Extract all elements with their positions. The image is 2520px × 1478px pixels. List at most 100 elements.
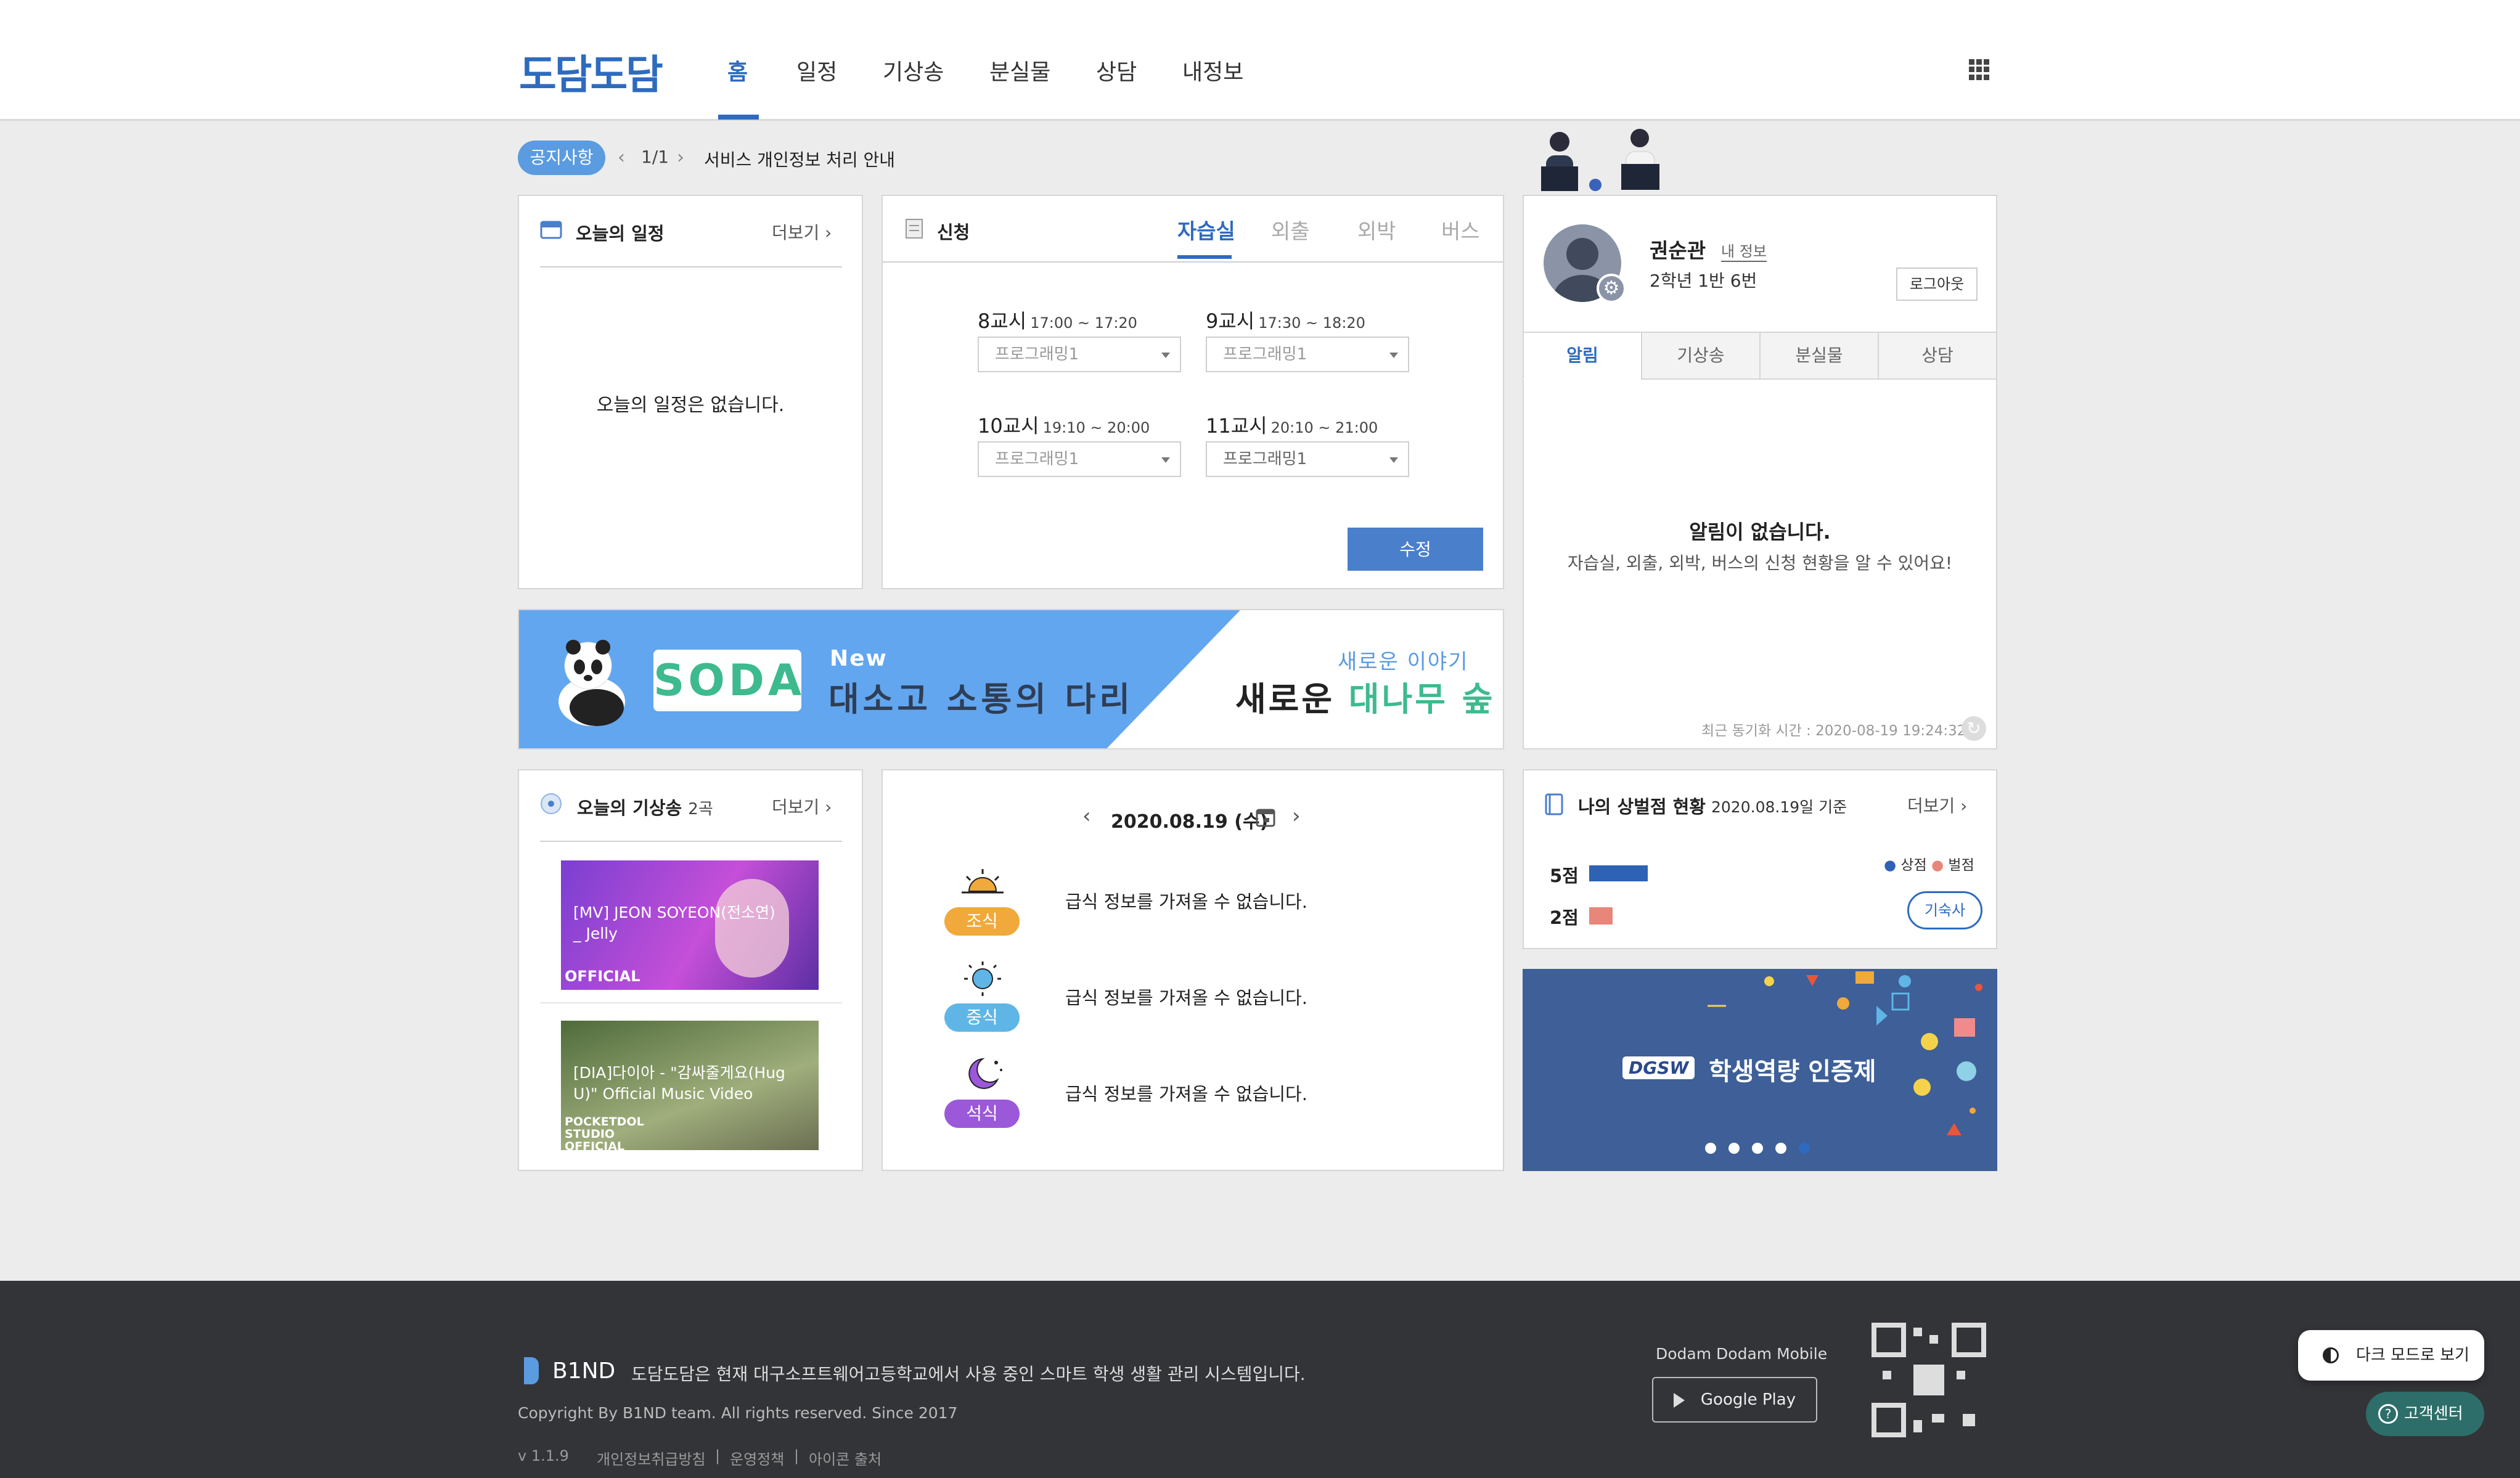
period-select[interactable]: 프로그래밍1: [1206, 337, 1409, 372]
demerit-bar: [1589, 907, 1613, 925]
nav-wakeup-song[interactable]: 기상송: [883, 54, 944, 86]
period-label: 10교시 19:10 ~ 20:00: [978, 414, 1150, 438]
songs-title: 오늘의 기상송 2곡: [577, 798, 713, 819]
nav-home[interactable]: 홈: [727, 54, 748, 86]
meal-badge-dinner: 석식: [944, 1100, 1020, 1128]
refresh-icon[interactable]: ↻: [1962, 716, 1986, 741]
footer-description: 도담도담은 현재 대구소프트웨어고등학교에서 사용 중인 스마트 학생 생활 관…: [631, 1364, 1306, 1384]
tab-bus[interactable]: 버스: [1441, 214, 1480, 245]
panda-icon: [558, 640, 625, 726]
period-select[interactable]: 프로그래밍1: [978, 337, 1181, 372]
dgsw-logo: DGSW: [1622, 1056, 1695, 1079]
soda-banner[interactable]: SODA New 대소고 소통의 다리 새로운 이야기 새로운 대나무 숲: [518, 609, 1504, 749]
qr-code-icon[interactable]: [1870, 1321, 1987, 1439]
merit-legend-dot: ●: [1884, 857, 1897, 873]
soda-logo: SODA: [653, 650, 801, 711]
carousel-dot[interactable]: [1728, 1143, 1740, 1154]
notice-badge[interactable]: 공지사항: [518, 141, 605, 175]
chevron-down-icon: [1161, 353, 1170, 358]
footer-version: v 1.1.9: [518, 1447, 569, 1464]
play-icon: [1673, 1392, 1685, 1408]
logout-button[interactable]: 로그아웃: [1896, 267, 1978, 301]
notification-empty-desc: 자습실, 외출, 외박, 버스의 신청 현황을 알 수 있어요!: [1567, 553, 1953, 573]
b1nd-logo-icon: [524, 1357, 539, 1384]
my-info-link[interactable]: 내 정보: [1721, 239, 1767, 262]
meal-badge-lunch: 중식: [944, 1003, 1020, 1032]
sync-time: 최근 동기화 시간 : 2020-08-19 19:24:32: [1701, 723, 1966, 739]
moon-icon: [968, 1058, 1002, 1089]
google-play-button[interactable]: Google Play: [1652, 1377, 1817, 1423]
notice-title[interactable]: 서비스 개인정보 처리 안내: [704, 147, 895, 171]
chevron-right-icon[interactable]: ›: [677, 147, 684, 168]
chevron-right-icon[interactable]: ›: [1292, 804, 1301, 828]
meal-date: 2020.08.19 (수): [1111, 811, 1269, 833]
apply-title: 신청: [937, 222, 970, 243]
carousel-dot[interactable]: [1705, 1143, 1716, 1154]
songs-more-link[interactable]: 더보기 ›: [772, 794, 832, 819]
schedule-empty-text: 오늘의 일정은 없습니다.: [596, 394, 785, 416]
period-select[interactable]: 프로그래밍1: [978, 441, 1181, 477]
tab-counsel[interactable]: 상담: [1878, 332, 1997, 380]
schedule-more-link[interactable]: 더보기 ›: [772, 219, 832, 244]
footer-separator: |: [715, 1447, 721, 1464]
nav-active-indicator: [718, 115, 759, 120]
song-thumbnail[interactable]: [DIA]다이아 - "감싸줄게요(Hug U)" Official Music…: [561, 1021, 819, 1150]
nav-lost-found[interactable]: 분실물: [989, 54, 1050, 86]
customer-center-button[interactable]: ? 고객센터: [2366, 1392, 2484, 1436]
banner-slogan-right: 새로운 대나무 숲: [1235, 680, 1495, 719]
people-illustration: [1541, 129, 1659, 191]
dormitory-button[interactable]: 기숙사: [1907, 891, 1982, 929]
apps-grid-icon[interactable]: [1969, 59, 1990, 80]
period-label: 8교시 17:00 ~ 17:20: [978, 309, 1137, 333]
help-icon: ?: [2378, 1404, 2398, 1424]
calendar-icon[interactable]: [1255, 806, 1276, 828]
carousel-dot-active[interactable]: [1799, 1143, 1810, 1154]
song-title: [MV] JEON SOYEON(전소연) _ Jelly: [573, 904, 775, 942]
tab-study-room[interactable]: 자습실: [1177, 214, 1235, 245]
merit-bar: [1589, 865, 1648, 881]
notification-empty-title: 알림이 없습니다.: [1689, 520, 1831, 544]
privacy-policy-link[interactable]: 개인정보취급방침: [597, 1447, 706, 1469]
song-thumbnail[interactable]: [MV] JEON SOYEON(전소연) _ Jelly OFFICIAL: [561, 860, 819, 990]
operation-policy-link[interactable]: 운영정책: [730, 1447, 784, 1469]
icon-source-link[interactable]: 아이콘 출처: [809, 1447, 882, 1469]
tab-lost[interactable]: 분실물: [1759, 332, 1879, 380]
banner-story: 새로운 이야기: [1338, 650, 1469, 674]
half-moon-icon: [2323, 1347, 2339, 1363]
sunrise-icon: [962, 869, 1004, 894]
meal-badge-breakfast: 조식: [944, 907, 1020, 936]
site-logo[interactable]: 도담도담: [519, 42, 663, 101]
meal-text-dinner: 급식 정보를 가져올 수 없습니다.: [1065, 1084, 1307, 1104]
dgsw-banner[interactable]: DGSW 학생역량 인증제: [1523, 969, 1997, 1171]
points-date: 2020.08.19일 기준: [1711, 798, 1847, 816]
points-more-link[interactable]: 더보기 ›: [1907, 793, 1967, 817]
gear-icon[interactable]: ⚙: [1597, 274, 1626, 303]
footer: B1ND 도담도담은 현재 대구소프트웨어고등학교에서 사용 중인 스마트 학생…: [0, 1281, 2520, 1478]
period-select[interactable]: 프로그래밍1: [1206, 441, 1409, 477]
notice-page: 1/1: [641, 147, 669, 167]
document-icon: [906, 219, 923, 239]
song-channel-mark: OFFICIAL: [565, 968, 640, 985]
today-schedule-card: 오늘의 일정 더보기 › 오늘의 일정은 없습니다.: [518, 195, 863, 589]
carousel-dot[interactable]: [1775, 1143, 1786, 1154]
nav-schedule[interactable]: 일정: [796, 54, 837, 86]
meal-text-lunch: 급식 정보를 가져올 수 없습니다.: [1065, 987, 1307, 1008]
chevron-left-icon[interactable]: ‹: [1082, 804, 1091, 828]
merit-points: 5점: [1550, 865, 1579, 886]
tab-outing[interactable]: 외출: [1271, 214, 1310, 245]
nav-counsel[interactable]: 상담: [1096, 54, 1137, 86]
chevron-left-icon[interactable]: ‹: [618, 147, 625, 168]
tab-notification[interactable]: 알림: [1523, 332, 1642, 380]
apply-submit-button[interactable]: 수정: [1348, 528, 1483, 571]
tab-overnight[interactable]: 외박: [1357, 214, 1396, 245]
disc-icon: [541, 793, 562, 814]
chevron-down-icon: [1161, 457, 1170, 463]
carousel-dots[interactable]: [1705, 1143, 1810, 1154]
chevron-down-icon: [1389, 457, 1398, 463]
profile-class: 2학년 1반 6번: [1650, 271, 1757, 291]
nav-my-info[interactable]: 내정보: [1182, 54, 1243, 86]
carousel-dot[interactable]: [1752, 1143, 1763, 1154]
tab-song[interactable]: 기상송: [1641, 332, 1761, 380]
dgsw-banner-text: 학생역량 인증제: [1709, 1058, 1876, 1086]
dark-mode-button[interactable]: 다크 모드로 보기: [2298, 1330, 2484, 1381]
